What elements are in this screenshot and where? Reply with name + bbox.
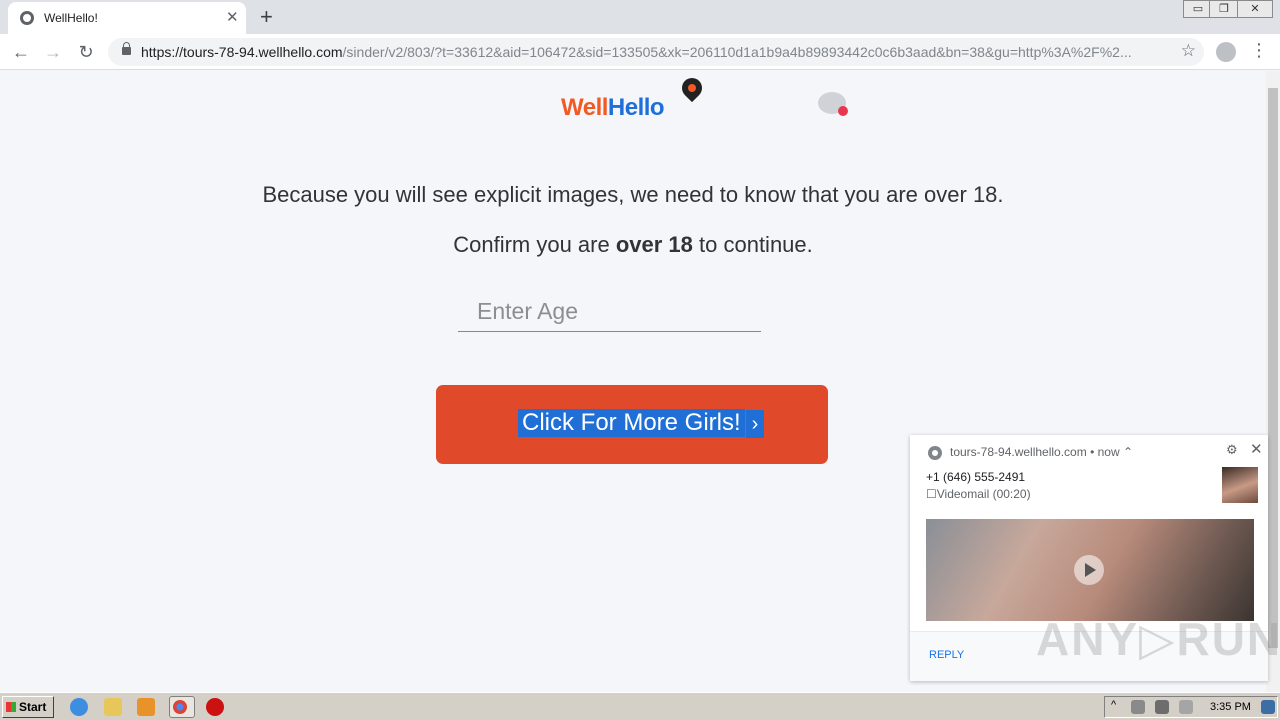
tab-title: WellHello!: [44, 11, 98, 25]
clock[interactable]: 3:35 PM: [1210, 701, 1251, 713]
reply-button[interactable]: REPLY: [929, 649, 964, 661]
age-input[interactable]: [458, 292, 761, 332]
opera-icon[interactable]: [206, 698, 224, 716]
address-bar[interactable]: https://tours-78-94.wellhello.com/sinder…: [108, 38, 1204, 66]
window-close-button[interactable]: ✕: [1237, 0, 1273, 18]
start-button[interactable]: Start: [2, 696, 54, 718]
url-path: /sinder/v2/803/?t=33612&aid=106472&sid=1…: [342, 44, 1132, 60]
new-tab-button[interactable]: +: [260, 4, 273, 30]
restore-button[interactable]: ❐: [1209, 0, 1239, 18]
logo-hello: Hello: [607, 94, 665, 121]
tab-wellhello[interactable]: WellHello! ✕: [8, 2, 246, 34]
chrome-icon: [928, 446, 942, 460]
reload-button[interactable]: ↻: [75, 41, 97, 63]
anyrun-watermark: ANY▷RUN: [1036, 613, 1280, 665]
chat-icon[interactable]: [818, 92, 848, 116]
chrome-icon: [173, 700, 187, 714]
more-girls-button[interactable]: Click For More Girls! ›: [436, 385, 828, 464]
tab-close-icon[interactable]: ✕: [226, 8, 239, 26]
age-confirm-text: Confirm you are over 18 to continue.: [0, 232, 1266, 258]
windows-taskbar: Start ^ 3:35 PM: [0, 692, 1280, 720]
play-icon[interactable]: [1074, 555, 1104, 585]
age-confirm-prefix: Confirm you are: [453, 232, 616, 257]
media-player-icon[interactable]: [137, 698, 155, 716]
notification-avatar: [1222, 467, 1258, 503]
globe-icon: [20, 11, 34, 25]
folder-icon[interactable]: [104, 698, 122, 716]
internet-explorer-icon[interactable]: [70, 698, 88, 716]
browser-menu-icon[interactable]: ⋮: [1250, 40, 1268, 61]
tray-expand-icon[interactable]: ^: [1111, 699, 1121, 713]
scrollbar-thumb[interactable]: [1268, 88, 1278, 648]
chevron-right-icon: ›: [746, 410, 764, 438]
notification-body: ☐Videomail (00:20): [926, 487, 1031, 501]
bookmark-star-icon[interactable]: ☆: [1181, 41, 1196, 61]
flag-icon[interactable]: [1179, 700, 1193, 714]
age-confirm-suffix: to continue.: [692, 232, 813, 257]
settings-gear-icon[interactable]: ⚙: [1226, 442, 1238, 458]
age-confirm-bold: over 18: [615, 232, 693, 257]
notification-title: +1 (646) 555-2491: [926, 470, 1026, 484]
url-host: https://tours-78-94.wellhello.com: [141, 44, 343, 60]
more-girls-button-label: Click For More Girls!: [518, 409, 745, 437]
explicit-warning-text: Because you will see explicit images, we…: [262, 182, 1004, 207]
url-text[interactable]: https://tours-78-94.wellhello.com/sinder…: [141, 44, 1161, 60]
lock-icon: [122, 42, 131, 55]
tab-strip: WellHello! ✕ + ▭ ❐ ✕: [0, 0, 1280, 34]
notification-video-thumbnail[interactable]: [926, 519, 1254, 621]
volume-icon[interactable]: [1131, 700, 1145, 714]
notification-close-icon[interactable]: ✕: [1250, 440, 1263, 458]
show-desktop-icon[interactable]: [1261, 700, 1275, 714]
forward-button[interactable]: →: [42, 41, 64, 63]
system-tray: ^ 3:35 PM: [1104, 696, 1278, 718]
notification-source: tours-78-94.wellhello.com • now ⌃: [950, 445, 1133, 459]
wellhello-logo[interactable]: WellHello: [561, 94, 665, 122]
logo-well: Well: [561, 94, 608, 121]
back-button[interactable]: ←: [10, 41, 32, 63]
network-icon[interactable]: [1155, 700, 1169, 714]
browser-toolbar: ← → ↻ https://tours-78-94.wellhello.com/…: [0, 34, 1280, 70]
profile-avatar[interactable]: [1216, 42, 1236, 62]
